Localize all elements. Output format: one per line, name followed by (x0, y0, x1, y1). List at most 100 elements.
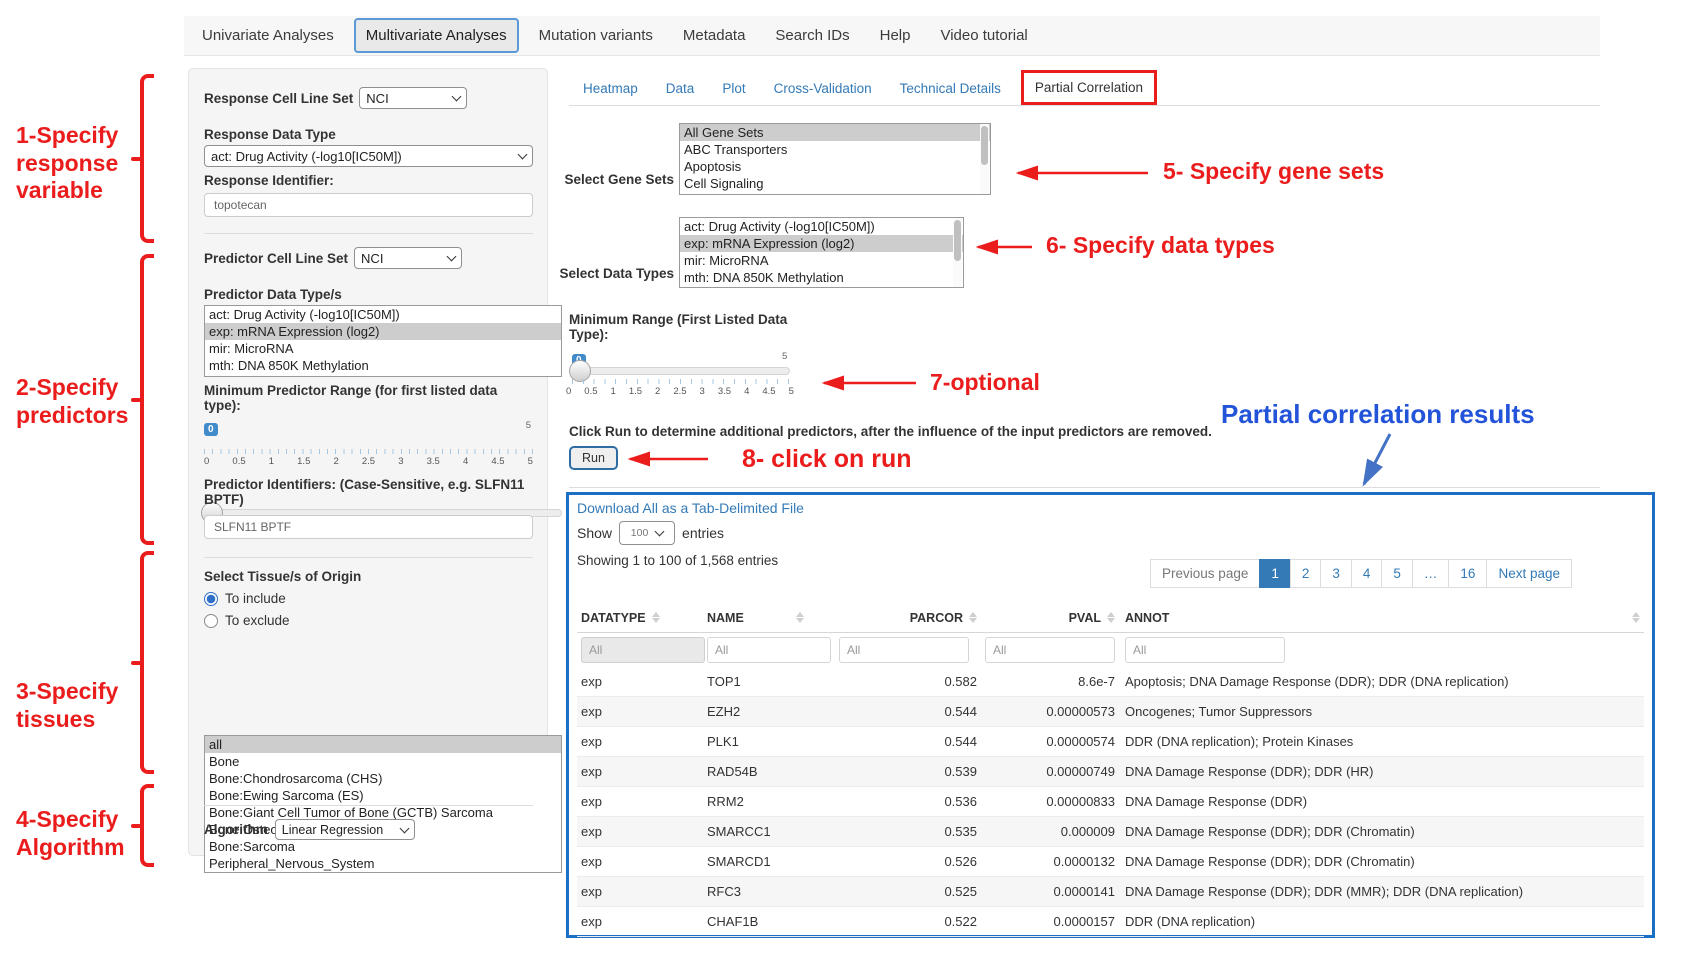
column-header-annot[interactable]: ANNOT (1115, 611, 1644, 625)
main-tab[interactable]: Heatmap (569, 72, 652, 105)
run-instruction: Click Run to determine additional predic… (569, 424, 1329, 439)
cell-annot: DDR (DNA replication); Protein Kinases (1115, 734, 1644, 749)
table-filter-row (577, 633, 1644, 667)
scrollbar[interactable] (980, 124, 989, 194)
listbox-option[interactable]: Apoptosis (680, 158, 990, 175)
listbox-option[interactable]: ABC Transporters (680, 141, 990, 158)
listbox-option[interactable]: exp: mRNA Expression (log2) (680, 235, 963, 252)
listbox-option[interactable]: act: Drug Activity (-log10[IC50M]) (205, 306, 561, 323)
nav-tab[interactable]: Metadata (673, 20, 756, 51)
page-number-button[interactable]: 16 (1448, 559, 1487, 588)
main-tab[interactable]: Data (652, 72, 709, 105)
listbox-option[interactable]: Peripheral_Nervous_System (205, 855, 561, 872)
algorithm-select[interactable]: Linear Regression (275, 819, 415, 840)
response-data-type-row: act: Drug Activity (-log10[IC50M]) (204, 145, 533, 167)
tick-label: 2 (333, 456, 338, 467)
table-row[interactable]: exp RAD54B 0.539 0.00000749 DNA Damage R… (577, 757, 1644, 787)
listbox-option[interactable]: mir: MicroRNA (205, 340, 561, 357)
cell-pval: 0.0000141 (977, 884, 1115, 899)
download-link[interactable]: Download All as a Tab-Delimited File (577, 500, 804, 516)
tissue-include-option[interactable]: To include (204, 591, 533, 606)
table-row[interactable]: exp TOP1 0.582 8.6e-7 Apoptosis; DNA Dam… (577, 667, 1644, 697)
table-row[interactable]: exp CHAF1B 0.522 0.0000157 DDR (DNA repl… (577, 907, 1644, 937)
column-label: PVAL (1069, 611, 1101, 625)
listbox-option[interactable]: Bone:Sarcoma (205, 838, 561, 855)
listbox-option[interactable]: All Gene Sets (680, 124, 990, 141)
cell-annot: Apoptosis; DNA Damage Response (DDR); DD… (1115, 674, 1644, 689)
main-tab[interactable]: Cross-Validation (760, 72, 886, 105)
nav-tab[interactable]: Multivariate Analyses (354, 18, 519, 53)
listbox-option[interactable]: Bone:Ewing Sarcoma (ES) (205, 787, 561, 804)
previous-page-button[interactable]: Previous page (1150, 559, 1260, 588)
scrollbar-thumb[interactable] (981, 126, 988, 165)
page-size-select[interactable]: 100 (619, 521, 675, 545)
table-row[interactable]: exp PLK1 0.544 0.00000574 DDR (DNA repli… (577, 727, 1644, 757)
nav-tab[interactable]: Help (870, 20, 921, 51)
page-number-button[interactable]: 1 (1259, 559, 1291, 588)
cell-datatype: exp (577, 824, 707, 839)
page-number-button[interactable]: 5 (1381, 559, 1413, 588)
run-button[interactable]: Run (569, 446, 618, 470)
sort-icon[interactable] (969, 612, 977, 623)
listbox-option[interactable]: Bone:Chondrosarcoma (CHS) (205, 770, 561, 787)
predictor-identifiers-label: Predictor Identifiers: (Case-Sensitive, … (204, 477, 533, 507)
page-number-button[interactable]: 2 (1290, 559, 1322, 588)
response-cell-line-set-select[interactable]: NCI (359, 87, 467, 109)
predictor-identifiers-input[interactable] (204, 515, 533, 539)
filter-pval-input[interactable] (985, 637, 1115, 663)
filter-parcor-input[interactable] (839, 637, 969, 663)
table-row[interactable]: exp SMARCD1 0.526 0.0000132 DNA Damage R… (577, 847, 1644, 877)
table-row[interactable]: exp RFC3 0.525 0.0000141 DNA Damage Resp… (577, 877, 1644, 907)
column-label: ANNOT (1125, 611, 1169, 625)
column-label: PARCOR (910, 611, 963, 625)
listbox-option[interactable]: Cell Signaling (680, 175, 990, 192)
min-range-slider[interactable] (572, 367, 790, 375)
page-number-button[interactable]: … (1412, 559, 1450, 588)
response-identifier-input[interactable] (204, 193, 533, 217)
filter-datatype-input[interactable] (581, 637, 705, 663)
nav-tab[interactable]: Search IDs (765, 20, 859, 51)
tick-label: 3 (398, 456, 403, 467)
listbox-option[interactable]: Bone (205, 753, 561, 770)
next-page-button[interactable]: Next page (1486, 559, 1572, 588)
slider-tick-labels: 00.511.522.533.544.55 (204, 456, 533, 467)
sort-icon[interactable] (1632, 612, 1640, 623)
table-row[interactable]: exp EZH2 0.544 0.00000573 Oncogenes; Tum… (577, 697, 1644, 727)
sort-icon[interactable] (796, 612, 804, 623)
nav-tab[interactable]: Univariate Analyses (192, 20, 344, 51)
cell-annot: DNA Damage Response (DDR); DDR (HR) (1115, 764, 1644, 779)
column-header-datatype[interactable]: DATATYPE (577, 611, 707, 625)
sort-icon[interactable] (1107, 612, 1115, 623)
table-body: exp TOP1 0.582 8.6e-7 Apoptosis; DNA Dam… (577, 667, 1644, 937)
column-header-name[interactable]: NAME (707, 611, 839, 625)
listbox-option[interactable]: act: Drug Activity (-log10[IC50M]) (680, 218, 963, 235)
listbox-option[interactable]: all (205, 736, 561, 753)
radio-include[interactable] (204, 592, 218, 606)
main-tab[interactable]: Technical Details (886, 72, 1015, 105)
sort-icon[interactable] (652, 612, 660, 623)
tissue-exclude-option[interactable]: To exclude (204, 613, 533, 628)
scrollbar[interactable] (953, 218, 962, 287)
main-tab[interactable]: Partial Correlation (1021, 70, 1157, 105)
column-header-parcor[interactable]: PARCOR (839, 611, 977, 625)
nav-tab[interactable]: Mutation variants (529, 20, 663, 51)
listbox-option[interactable]: mth: DNA 850K Methylation (680, 269, 963, 286)
radio-exclude[interactable] (204, 614, 218, 628)
filter-annot-input[interactable] (1125, 637, 1285, 663)
filter-name-input[interactable] (707, 637, 831, 663)
table-row[interactable]: exp SMARCC1 0.535 0.000009 DNA Damage Re… (577, 817, 1644, 847)
listbox-option[interactable]: mir: MicroRNA (680, 252, 963, 269)
main-tab[interactable]: Plot (708, 72, 759, 105)
column-header-pval[interactable]: PVAL (977, 611, 1115, 625)
cell-parcor: 0.582 (839, 674, 977, 689)
listbox-option[interactable]: exp: mRNA Expression (log2) (205, 323, 561, 340)
page-number-button[interactable]: 4 (1351, 559, 1383, 588)
nav-tab[interactable]: Video tutorial (930, 20, 1037, 51)
listbox-option[interactable]: mth: DNA 850K Methylation (205, 357, 561, 374)
predictor-cell-line-set-select[interactable]: NCI (354, 247, 462, 269)
tick-label: 3.5 (718, 386, 731, 397)
scrollbar-thumb[interactable] (954, 220, 961, 261)
response-data-type-select[interactable]: act: Drug Activity (-log10[IC50M]) (204, 145, 533, 167)
page-number-button[interactable]: 3 (1320, 559, 1352, 588)
table-row[interactable]: exp RRM2 0.536 0.00000833 DNA Damage Res… (577, 787, 1644, 817)
